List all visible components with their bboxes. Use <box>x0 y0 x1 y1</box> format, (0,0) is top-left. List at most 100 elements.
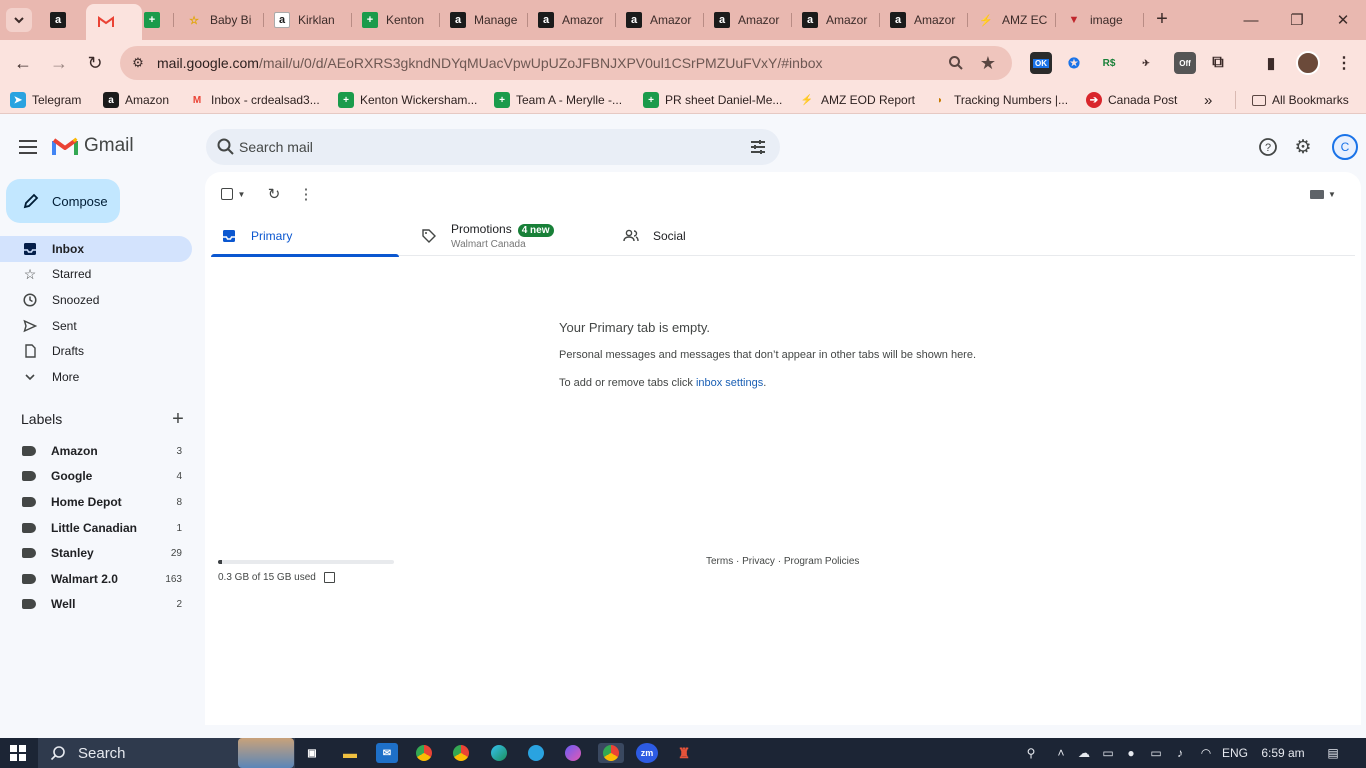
extensions-puzzle-icon[interactable]: ⧉ <box>1207 52 1229 74</box>
bookmark-item[interactable]: + Team A - Merylle -... <box>494 91 622 109</box>
search-bar[interactable] <box>206 129 780 165</box>
label-item[interactable]: Stanley 29 <box>0 541 192 565</box>
browser-tab[interactable]: a <box>40 7 84 33</box>
camera-icon[interactable]: ▭ <box>1098 744 1118 762</box>
zoom-icon[interactable] <box>946 53 966 73</box>
close-window-button[interactable]: ✕ <box>1320 0 1366 40</box>
side-panel-icon[interactable]: ▮ <box>1260 52 1282 74</box>
search-input[interactable] <box>239 137 719 157</box>
browser-tab[interactable]: a Amazor <box>616 7 704 33</box>
task-view-icon[interactable]: ▣ <box>301 743 323 763</box>
browser-tab[interactable]: a Amazor <box>528 7 616 33</box>
create-label-button[interactable]: + <box>168 409 188 430</box>
restore-button[interactable]: ❐ <box>1274 0 1320 40</box>
extension-compass-icon[interactable]: ✪ <box>1063 52 1085 74</box>
notifications-icon[interactable]: ▤ <box>1322 744 1344 762</box>
clock-time[interactable]: 6:59 am <box>1258 744 1308 762</box>
extension-rs-icon[interactable]: R$ <box>1098 52 1120 74</box>
volume-icon[interactable]: ♪ <box>1170 744 1190 762</box>
nav-item-starred[interactable]: ☆ Starred <box>0 261 192 287</box>
bookmark-star-icon[interactable]: ★ <box>978 53 998 73</box>
privacy-link[interactable]: Privacy <box>742 556 775 567</box>
nav-item-more[interactable]: More <box>0 364 192 390</box>
nav-item-snoozed[interactable]: Snoozed <box>0 287 192 313</box>
browser-tab[interactable]: ▼ image <box>1056 7 1144 33</box>
browser-tab[interactable]: a Manage <box>440 7 528 33</box>
bookmark-item[interactable]: M Inbox - crdealsad3... <box>189 91 320 109</box>
bookmark-item[interactable]: + Kenton Wickersham... <box>338 91 477 109</box>
settings-gear-icon[interactable]: ⚙ <box>1291 135 1315 159</box>
extension-plane-icon[interactable]: ✈ <box>1135 52 1157 74</box>
nav-item-inbox[interactable]: Inbox <box>0 236 192 262</box>
messenger-icon[interactable] <box>562 743 584 763</box>
select-all-checkbox[interactable]: ▼ <box>219 184 247 204</box>
profile-avatar[interactable] <box>1296 51 1320 75</box>
tab-promotions[interactable]: Promotions 4 new Walmart Canada <box>411 216 599 256</box>
browser-tab[interactable]: a Kirklan <box>264 7 352 33</box>
bookmark-item[interactable]: ◗ Tracking Numbers |... <box>932 91 1068 109</box>
address-bar[interactable]: ⚙ mail.google.com/mail/u/0/d/AEoRXRS3gkn… <box>120 46 1012 80</box>
url-text[interactable]: mail.google.com/mail/u/0/d/AEoRXRS3gkndN… <box>157 55 823 71</box>
chrome-icon[interactable] <box>413 743 435 763</box>
bookmark-item[interactable]: ➤ Telegram <box>10 91 81 109</box>
bookmark-item[interactable]: + PR sheet Daniel-Me... <box>643 91 782 109</box>
mail-app-icon[interactable]: ✉ <box>376 743 398 763</box>
label-item[interactable]: Home Depot 8 <box>0 490 192 514</box>
back-button[interactable]: ← <box>8 48 38 78</box>
file-explorer-icon[interactable]: ▬ <box>339 743 361 763</box>
pin-app-icon[interactable]: ♜ <box>673 743 695 763</box>
chrome-profile-icon[interactable] <box>450 743 472 763</box>
search-options-icon[interactable] <box>748 137 768 157</box>
browser-tab[interactable]: + Kenton <box>352 7 440 33</box>
new-tab-button[interactable]: + <box>1150 8 1174 32</box>
tab-primary[interactable]: Primary <box>211 216 399 257</box>
browser-tab[interactable]: ☆ Baby Bi <box>176 7 264 33</box>
browser-tab[interactable]: + <box>134 7 174 33</box>
microphone-icon[interactable]: ● <box>1122 744 1140 762</box>
bookmark-item[interactable]: ➔ Canada Post <box>1086 91 1177 109</box>
telegram-icon[interactable] <box>525 743 547 763</box>
program-policies-link[interactable]: Program Policies <box>784 556 860 567</box>
minimize-button[interactable]: — <box>1228 0 1274 40</box>
label-item[interactable]: Google 4 <box>0 464 192 488</box>
more-bookmarks-button[interactable]: » <box>1204 91 1212 109</box>
input-tools-keyboard-icon[interactable]: ▼ <box>1308 184 1338 204</box>
chrome-menu-icon[interactable]: ⋮ <box>1333 52 1355 74</box>
site-info-icon[interactable]: ⚙ <box>128 53 148 73</box>
label-item[interactable]: Little Canadian 1 <box>0 516 192 540</box>
bookmark-item[interactable]: a Amazon <box>103 91 169 109</box>
nav-item-sent[interactable]: Sent <box>0 313 192 339</box>
gmail-logo[interactable]: Gmail <box>52 135 134 157</box>
bookmark-item[interactable]: ⚡ AMZ EOD Report <box>799 91 915 109</box>
zoom-app-icon[interactable]: zm <box>636 743 658 763</box>
forward-button[interactable]: → <box>44 48 74 78</box>
search-icon[interactable] <box>216 137 236 157</box>
extension-ok-icon[interactable]: OK <box>1030 52 1052 74</box>
extension-off-icon[interactable]: Off <box>1174 52 1196 74</box>
label-item[interactable]: Well 2 <box>0 592 192 616</box>
tab-search-button[interactable] <box>6 8 32 32</box>
browser-tab[interactable]: a Amazor <box>880 7 968 33</box>
show-hidden-icons-chevron-up-icon[interactable]: ˄ <box>1052 744 1070 762</box>
all-bookmarks-button[interactable]: All Bookmarks <box>1235 91 1349 109</box>
label-item[interactable]: Amazon 3 <box>0 439 192 463</box>
tab-social[interactable]: Social <box>613 216 801 256</box>
battery-icon[interactable]: ▭ <box>1146 744 1166 762</box>
compose-button[interactable]: Compose <box>6 179 120 223</box>
browser-tab[interactable]: a Amazor <box>792 7 880 33</box>
edge-icon[interactable] <box>488 743 510 763</box>
onedrive-icon[interactable]: ☁ <box>1074 744 1094 762</box>
main-menu-icon[interactable] <box>16 135 40 159</box>
taskbar-search[interactable]: Search <box>38 738 295 768</box>
people-tray-icon[interactable]: ⚲ <box>1020 744 1042 762</box>
chrome-active-icon[interactable] <box>598 743 624 763</box>
refresh-icon[interactable]: ↻ <box>264 184 284 204</box>
support-icon[interactable]: ? <box>1256 135 1280 159</box>
windows-start-icon[interactable] <box>10 745 26 761</box>
browser-tab[interactable]: a Amazor <box>704 7 792 33</box>
inbox-settings-link[interactable]: inbox settings <box>696 377 763 389</box>
more-options-icon[interactable]: ⋮ <box>296 184 316 204</box>
wifi-icon[interactable]: ◠ <box>1196 744 1216 762</box>
terms-link[interactable]: Terms <box>706 556 733 567</box>
language-indicator[interactable]: ENG <box>1220 744 1250 762</box>
